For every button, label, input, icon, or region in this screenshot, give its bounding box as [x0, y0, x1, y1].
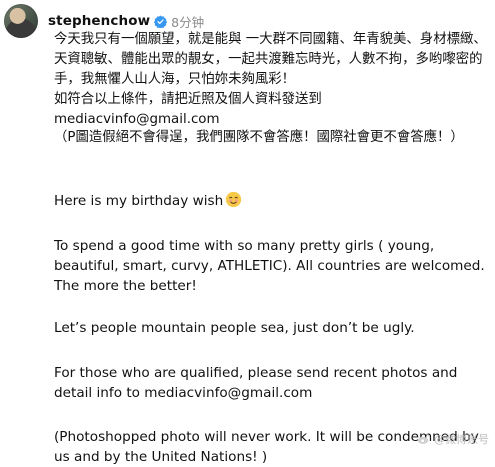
watermark: @微博账号 [417, 431, 489, 447]
post-time: 8分钟 [171, 14, 205, 30]
caption-paragraph-english-slogan: Let’s people mountain people sea, just d… [54, 320, 415, 336]
caption-paragraph-english-contact: For those who are qualified, please send… [54, 365, 458, 401]
birthday-wish-text: Here is my birthday wish [54, 193, 224, 209]
username[interactable]: stephenchow [48, 13, 150, 29]
caption-paragraph-birthday-wish: Here is my birthday wish [54, 191, 490, 211]
caption-paragraph-english-wish: To spend a good time with so many pretty… [54, 238, 485, 294]
caption-paragraph-chinese-contact: 如符合以上條件，請把近照及個人資料發送到 mediacvinfo@gmail.c… [54, 92, 322, 127]
watermark-text: @微博账号 [434, 433, 489, 446]
smiling-face-emoji-icon [226, 191, 242, 208]
avatar[interactable] [4, 4, 38, 38]
caption-paragraph-chinese-wish: 今天我只有一個願望，就是能與 一大群不同國籍、年青貌美、身材標緻、天資聰敏、體能… [54, 32, 487, 87]
caption-paragraph-chinese-note: （P圖造假絕不會得逞，我們團隊不會答應！國際社會更不會答應！） [54, 130, 464, 145]
verified-badge-icon [154, 15, 168, 28]
weibo-logo-icon [417, 434, 431, 444]
